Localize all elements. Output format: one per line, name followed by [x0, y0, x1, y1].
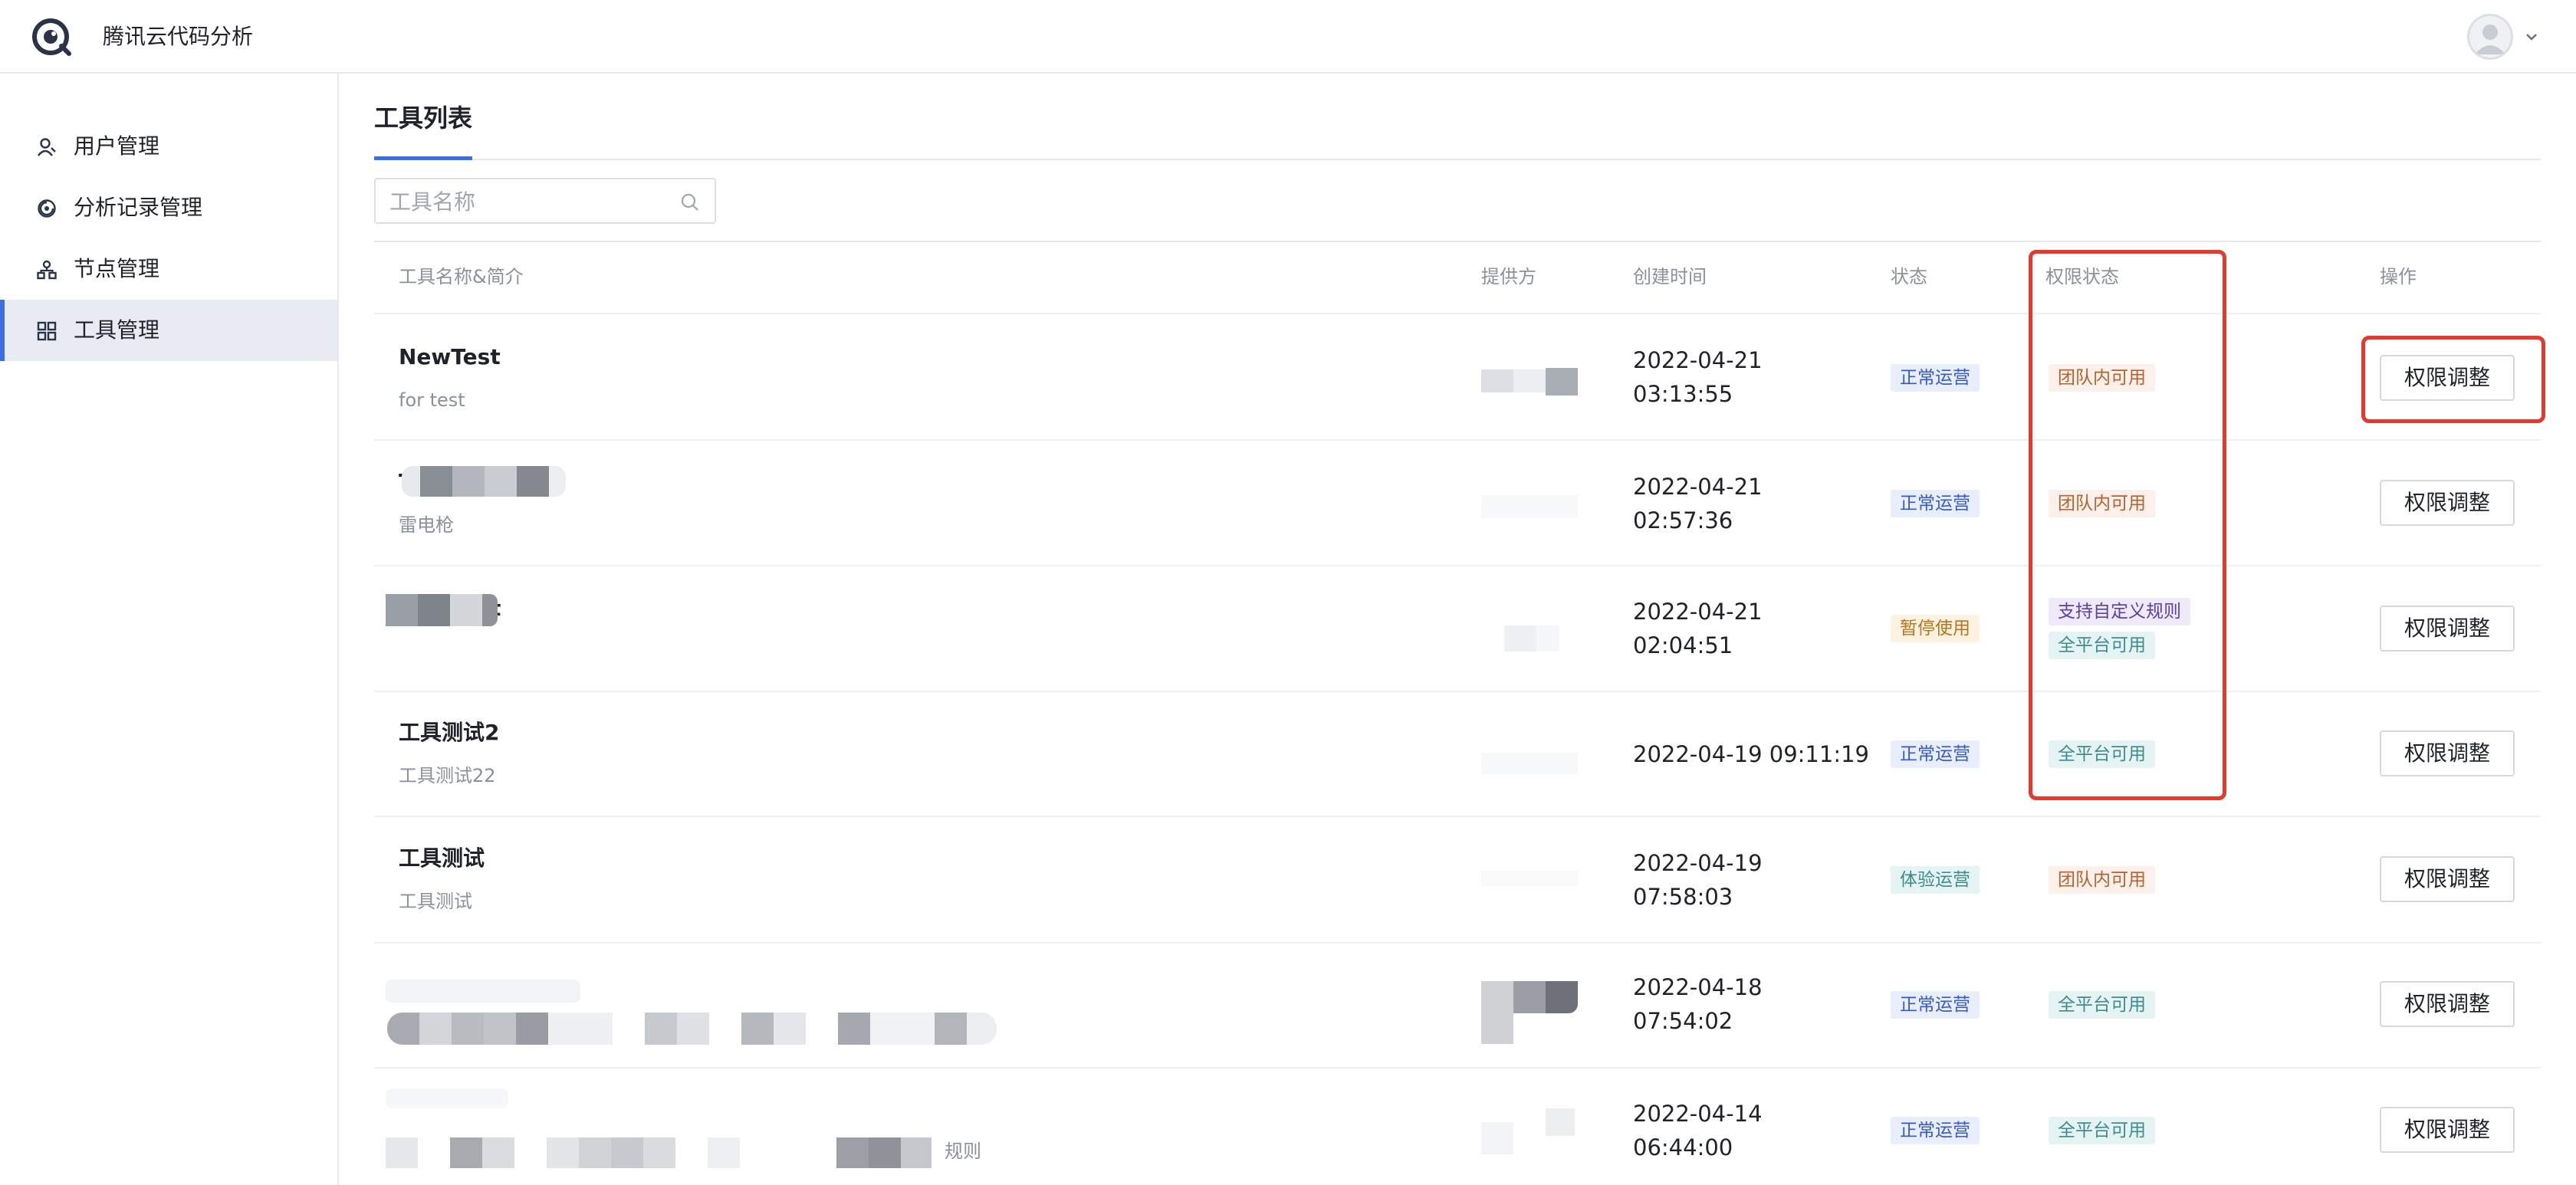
column-header-name: 工具名称&简介 — [399, 266, 524, 287]
provider-logo — [1481, 495, 1578, 518]
provider-logo — [1481, 1107, 1578, 1154]
tab-underline — [374, 156, 472, 160]
permission-badge: 全平台可用 — [2049, 1117, 2155, 1144]
tool-desc-redacted — [387, 1013, 997, 1045]
tool-name-redacted — [402, 466, 566, 497]
tool-desc: 雷电枪 — [399, 514, 454, 536]
sidebar-item-label: 节点管理 — [74, 256, 160, 281]
provider-logo — [1481, 871, 1578, 886]
status-badge: 正常运营 — [1891, 740, 1980, 768]
tool-name-redacted — [386, 1088, 508, 1108]
created-date: 2022-04-14 — [1633, 1101, 1763, 1127]
tool-name-redacted — [386, 980, 580, 1003]
tool-desc: 工具测试 — [399, 891, 472, 912]
column-header-provider: 提供方 — [1481, 266, 1536, 287]
status-badge: 正常运营 — [1891, 490, 1980, 517]
tool-desc: 工具测试22 — [399, 765, 496, 786]
adjust-permission-button[interactable]: 权限调整 — [2380, 981, 2515, 1027]
search-icon[interactable] — [679, 192, 701, 213]
provider-logo — [1481, 368, 1578, 396]
tool-name-redacted — [386, 594, 498, 626]
created-date: 2022-04-21 — [1633, 474, 1763, 500]
created-date: 2022-04-21 — [1633, 599, 1763, 625]
search-input[interactable] — [389, 187, 658, 216]
permission-column-highlight — [2029, 250, 2226, 800]
grid-icon — [37, 321, 57, 341]
sidebar-item-label: 用户管理 — [74, 133, 160, 159]
row-divider — [374, 816, 2541, 817]
status-badge: 正常运营 — [1891, 364, 1980, 392]
column-header-status: 状态 — [1891, 266, 1927, 287]
tool-name: 工具测试2 — [399, 720, 500, 745]
created-time: 07:58:03 — [1633, 884, 1733, 910]
divider — [374, 159, 2541, 160]
adjust-permission-button[interactable]: 权限调整 — [2380, 1107, 2515, 1153]
sidebar-item-label: 工具管理 — [74, 317, 160, 343]
created-date: 2022-04-21 — [1633, 347, 1763, 373]
page-title: 工具列表 — [374, 103, 473, 133]
created-time: 02:04:51 — [1633, 632, 1733, 658]
chevron-down-icon[interactable] — [2522, 28, 2541, 46]
top-bar: 腾讯云代码分析 — [0, 0, 2576, 74]
adjust-permission-button[interactable]: 权限调整 — [2380, 730, 2515, 776]
user-avatar-icon — [2475, 25, 2505, 54]
avatar[interactable] — [2467, 14, 2513, 60]
analysis-icon — [38, 199, 56, 218]
row-divider — [374, 1067, 2541, 1068]
created-date: 2022-04-18 — [1633, 974, 1763, 1000]
app-title: 腾讯云代码分析 — [103, 24, 254, 49]
status-badge: 体验运营 — [1891, 866, 1980, 894]
permission-badge: 团队内可用 — [2049, 866, 2155, 894]
created-time: 07:54:02 — [1633, 1008, 1733, 1034]
adjust-permission-button[interactable]: 权限调整 — [2380, 606, 2515, 652]
provider-logo — [1481, 981, 1578, 1044]
column-header-actions: 操作 — [2380, 266, 2417, 287]
status-badge: 暂停使用 — [1891, 615, 1980, 642]
node-icon — [37, 260, 57, 280]
permission-badge: 全平台可用 — [2049, 991, 2155, 1019]
column-header-created: 创建时间 — [1633, 266, 1707, 287]
sidebar: 用户管理 分析记录管理 节点管理 工具管理 — [0, 74, 339, 1185]
created-time: 02:57:36 — [1633, 507, 1733, 533]
status-badge: 正常运营 — [1891, 1117, 1980, 1144]
created-time: 03:13:55 — [1633, 381, 1733, 407]
status-badge: 正常运营 — [1891, 991, 1980, 1019]
created-date: 2022-04-19 — [1633, 850, 1763, 876]
sidebar-item-analysis-records[interactable]: 分析记录管理 — [0, 177, 337, 238]
provider-logo — [1481, 753, 1578, 774]
tool-name: NewTest — [399, 344, 501, 369]
adjust-permission-button[interactable]: 权限调整 — [2380, 856, 2515, 902]
sidebar-item-label: 分析记录管理 — [74, 195, 203, 220]
tool-desc: 规则 — [945, 1141, 981, 1162]
tool-desc: for test — [399, 389, 465, 411]
sidebar-item-users[interactable]: 用户管理 — [0, 116, 337, 177]
created-time: 06:44:00 — [1633, 1134, 1733, 1160]
code-analysis-logo-icon[interactable] — [31, 15, 74, 58]
sidebar-item-tools[interactable]: 工具管理 — [0, 300, 337, 361]
divider — [374, 241, 2541, 242]
tool-desc-redacted — [386, 1137, 945, 1168]
provider-logo — [1481, 625, 1578, 652]
tool-name: 工具测试 — [399, 845, 485, 871]
sidebar-item-nodes[interactable]: 节点管理 — [0, 238, 337, 300]
search-box — [374, 178, 716, 224]
user-icon — [38, 138, 56, 156]
button-highlight — [2361, 336, 2545, 423]
row-divider — [374, 942, 2541, 944]
adjust-permission-button[interactable]: 权限调整 — [2380, 480, 2515, 526]
created-date: 2022-04-19 09:11:19 — [1633, 741, 1869, 767]
